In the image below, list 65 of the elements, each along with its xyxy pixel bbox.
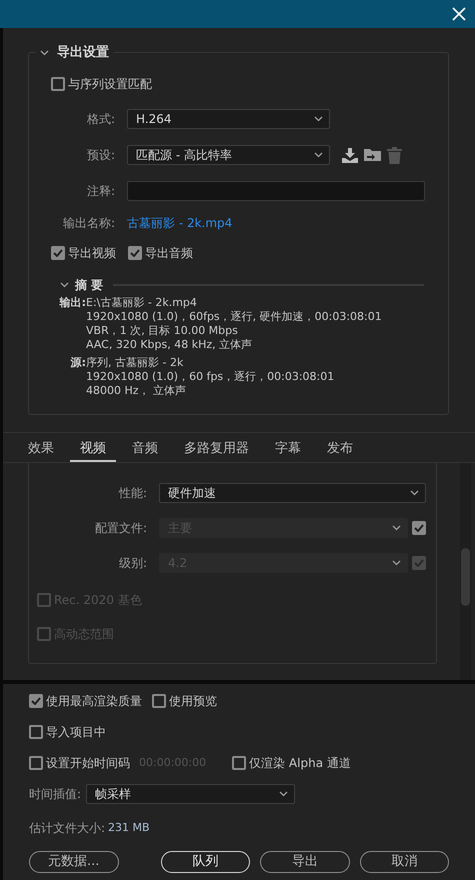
- chevron-icon: [279, 791, 288, 797]
- summary-line: E:\古墓丽影 - 2k.mp4: [86, 296, 198, 310]
- checkbox[interactable]: [51, 77, 65, 91]
- field-label: 时间插值:: [29, 786, 82, 803]
- download-icon[interactable]: [342, 148, 358, 162]
- checkbox[interactable]: [29, 694, 43, 708]
- tab[interactable]: 多路复用器: [174, 433, 259, 462]
- dialog-button[interactable]: 队列: [160, 851, 250, 873]
- checkbox-label: 使用预览: [169, 693, 217, 710]
- checkbox[interactable]: [128, 246, 142, 260]
- checkbox-label: 与序列设置匹配: [68, 76, 152, 93]
- summary-line: 1920x1080 (1.0)，60fps，逐行, 硬件加速，00:03:08:01: [86, 310, 382, 324]
- field-label: 估计文件大小:: [29, 820, 106, 837]
- field-label: 性能:: [118, 485, 148, 502]
- scrollbar-thumb[interactable]: [461, 548, 470, 606]
- chevron-icon: [314, 116, 323, 122]
- checkbox-label: 仅渲染 Alpha 通道: [249, 755, 351, 772]
- summary-line: 48000 Hz， 立体声: [86, 384, 188, 398]
- summary-line: AAC, 320 Kbps, 48 kHz, 立体声: [86, 338, 254, 352]
- summary-label: 输出:: [58, 296, 86, 311]
- field-label: 输出名称:: [62, 215, 116, 232]
- dialog-button[interactable]: 取消: [360, 851, 449, 873]
- checkbox-label: 导出视频: [68, 245, 116, 262]
- field-label: 预设:: [86, 147, 116, 164]
- checkbox[interactable]: [29, 756, 43, 770]
- checkbox[interactable]: [51, 246, 65, 260]
- field-label: 级别:: [118, 555, 148, 572]
- checkbox-label: 使用最高渲染质量: [46, 693, 142, 710]
- chevron-icon: [392, 560, 401, 566]
- field-label: 注释:: [86, 183, 116, 200]
- checkbox-label: 导入项目中: [46, 724, 106, 741]
- tab[interactable]: 字幕: [265, 433, 311, 462]
- chevron-icon: [410, 490, 419, 496]
- close-icon[interactable]: [451, 6, 467, 22]
- checkbox-label: 导出音频: [145, 245, 193, 262]
- section-title: 导出设置: [57, 44, 109, 62]
- dialog-button[interactable]: 导出: [260, 851, 350, 873]
- dropdown[interactable]: 硬件加速: [159, 483, 426, 503]
- tab[interactable]: 发布: [317, 433, 363, 462]
- tab[interactable]: 音频: [122, 433, 168, 462]
- checkbox[interactable]: [232, 756, 246, 770]
- field-label: 格式:: [86, 111, 116, 128]
- chevron-icon: [392, 525, 401, 531]
- preset-dropdown[interactable]: 匹配源 - 高比特率: [127, 145, 330, 165]
- tab[interactable]: 视频: [70, 433, 116, 462]
- folder-icon[interactable]: [364, 147, 381, 163]
- checkbox-label: 设置开始时间码: [46, 755, 130, 772]
- format-dropdown[interactable]: H.264: [127, 109, 330, 129]
- tab[interactable]: 效果: [18, 433, 64, 462]
- summary-line: VBR，1 次, 目标 10.00 Mbps: [86, 324, 239, 338]
- checkbox[interactable]: [152, 694, 166, 708]
- dialog-button[interactable]: 元数据...: [29, 851, 118, 873]
- subsection-title: 摘要: [75, 277, 107, 294]
- checkbox[interactable]: [29, 725, 43, 739]
- size-value: 231 MB: [108, 820, 150, 836]
- summary-line: 序列, 古墓丽影 - 2k: [86, 356, 184, 370]
- summary-line: 1920x1080 (1.0)，60 fps，逐行，00:03:08:01: [86, 370, 334, 384]
- chevron-icon: [314, 152, 323, 158]
- output-name-link[interactable]: 古墓丽影 - 2k.mp4: [127, 214, 232, 232]
- comment-field[interactable]: [127, 181, 425, 201]
- summary-label: 源:: [70, 356, 86, 371]
- field-label: 配置文件:: [94, 520, 148, 537]
- collapse-chevron-icon[interactable]: [60, 282, 69, 288]
- collapse-chevron-icon[interactable]: [40, 50, 49, 56]
- interpolation-dropdown[interactable]: 帧采样: [86, 784, 296, 804]
